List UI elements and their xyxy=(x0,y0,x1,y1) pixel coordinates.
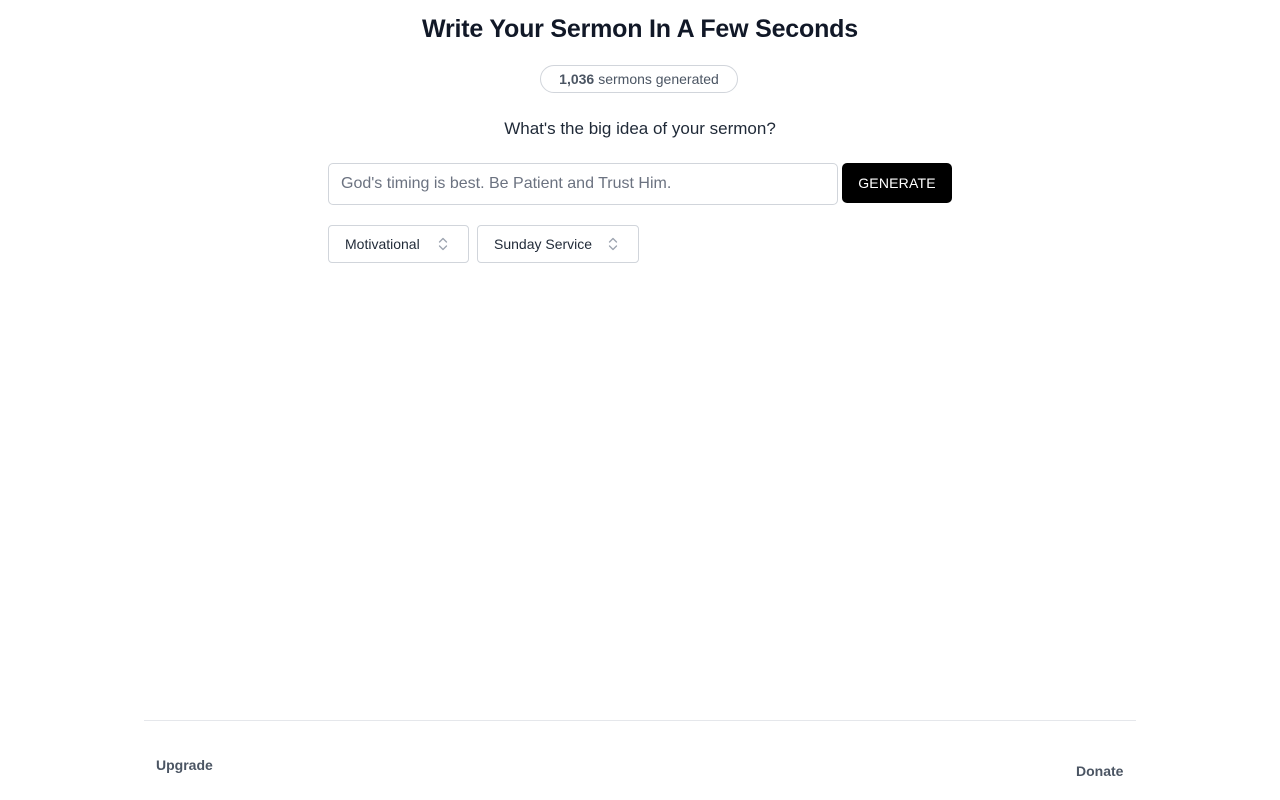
footer-divider xyxy=(144,720,1136,721)
donate-link[interactable]: Donate xyxy=(1076,763,1123,779)
occasion-select-value: Sunday Service xyxy=(494,236,593,252)
sermons-count-label: sermons generated xyxy=(598,71,719,87)
sermon-idea-input[interactable] xyxy=(328,163,838,205)
chevron-up-down-icon xyxy=(438,237,448,251)
page-title: Write Your Sermon In A Few Seconds xyxy=(422,15,858,43)
sermons-counter-badge: 1,036 sermons generated xyxy=(540,65,738,93)
upgrade-link[interactable]: Upgrade xyxy=(156,757,213,773)
page: Write Your Sermon In A Few Seconds 1,036… xyxy=(0,0,1280,800)
sermon-idea-prompt: What's the big idea of your sermon? xyxy=(504,119,776,138)
occasion-select[interactable]: Sunday Service xyxy=(477,225,639,263)
sermons-count: 1,036 xyxy=(559,71,595,87)
chevron-up-down-icon xyxy=(608,237,618,251)
style-select[interactable]: Motivational xyxy=(328,225,469,263)
style-select-value: Motivational xyxy=(345,236,420,252)
generate-button[interactable]: GENERATE xyxy=(842,163,952,203)
